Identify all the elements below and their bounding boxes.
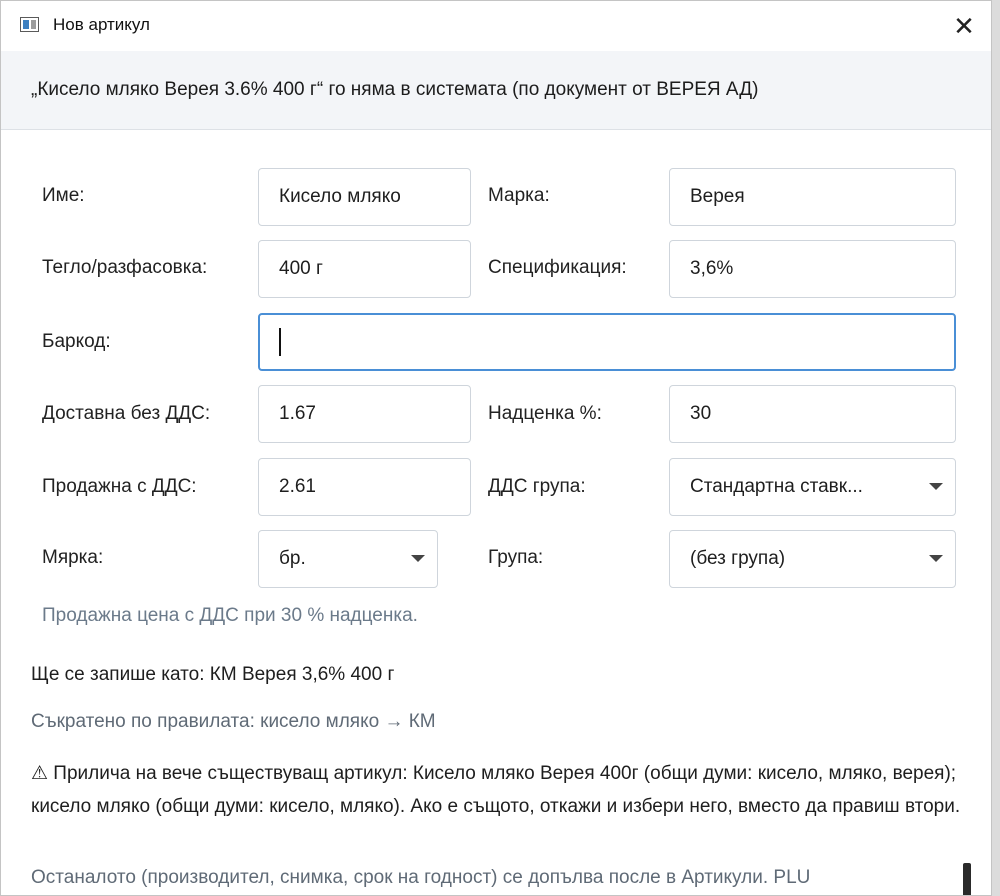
app-window-icon — [20, 17, 39, 32]
group-value: (без група) — [690, 548, 786, 569]
app-icon-pane-left — [23, 20, 29, 29]
markup-label: Надценка %: — [488, 403, 602, 424]
vat-group-value: Стандартна ставк... — [690, 476, 863, 497]
vat-group-select[interactable]: Стандартна ставк... — [669, 458, 956, 516]
chevron-down-icon — [929, 555, 943, 562]
text-caret — [279, 328, 281, 356]
new-article-dialog: Нов артикул ✕ „Кисело мляко Верея 3.6% 4… — [0, 0, 992, 896]
price-hint: Продажна цена с ДДС при 30 % надценка. — [42, 605, 418, 626]
close-icon[interactable]: ✕ — [947, 9, 981, 43]
save-as-preview: Ще се запише като: КМ Верея 3,6% 400 г — [31, 664, 395, 685]
banner-text: „Кисело мляко Верея 3.6% 400 г“ го няма … — [31, 79, 759, 100]
vat-group-label: ДДС група: — [488, 476, 586, 497]
scrollbar-thumb[interactable] — [963, 863, 971, 895]
app-icon-pane-right — [31, 20, 36, 29]
weight-label: Тегло/разфасовка: — [42, 257, 208, 278]
spec-label: Спецификация: — [488, 257, 627, 278]
unit-label: Мярка: — [42, 547, 104, 568]
group-label: Група: — [488, 547, 544, 568]
rest-note: Останалото (производител, снимка, срок н… — [31, 867, 811, 888]
window-title: Нов артикул — [53, 15, 150, 34]
chevron-down-icon — [929, 483, 943, 490]
barcode-label: Баркод: — [42, 331, 111, 352]
weight-field[interactable]: 400 г — [258, 240, 471, 298]
markup-field[interactable]: 30 — [669, 385, 956, 443]
name-field[interactable]: Кисело мляко — [258, 168, 471, 226]
shortening-note: Съкратено по правилата: кисело мляко → К… — [31, 711, 436, 732]
unit-select[interactable]: бр. — [258, 530, 438, 588]
delivery-price-field[interactable]: 1.67 — [258, 385, 471, 443]
name-label: Име: — [42, 185, 85, 206]
unit-value: бр. — [279, 548, 306, 569]
brand-label: Марка: — [488, 185, 550, 206]
info-banner: „Кисело мляко Верея 3.6% 400 г“ го няма … — [1, 51, 991, 130]
chevron-down-icon — [411, 555, 425, 562]
spec-field[interactable]: 3,6% — [669, 240, 956, 298]
brand-field[interactable]: Верея — [669, 168, 956, 226]
sale-price-label: Продажна с ДДС: — [42, 476, 197, 497]
delivery-price-label: Доставна без ДДС: — [42, 403, 211, 424]
title-bar: Нов артикул ✕ — [1, 1, 991, 51]
duplicate-warning: ⚠ Прилича на вече съществуващ артикул: К… — [31, 763, 961, 817]
window-edge — [992, 0, 1000, 896]
barcode-field[interactable] — [258, 313, 956, 371]
group-select[interactable]: (без група) — [669, 530, 956, 588]
sale-price-field[interactable]: 2.61 — [258, 458, 471, 516]
